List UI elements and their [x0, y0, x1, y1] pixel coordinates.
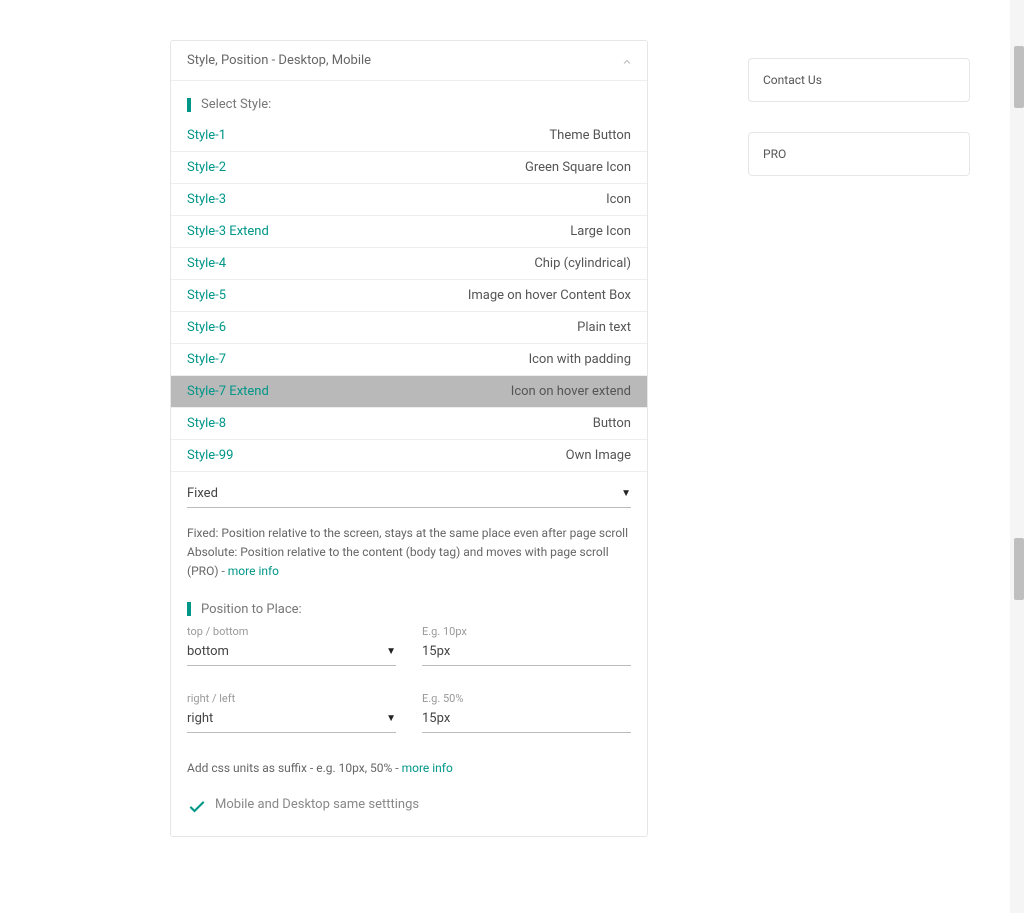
style-name: Style-2: [187, 160, 226, 175]
check-icon: [187, 796, 205, 814]
heading-label: Position to Place:: [201, 602, 302, 617]
style-desc: Icon with padding: [529, 352, 631, 367]
mobile-same-label: Mobile and Desktop same setttings: [215, 797, 419, 812]
pro-card[interactable]: PRO: [748, 132, 970, 176]
scrollbar-thumb[interactable]: [1014, 46, 1024, 108]
style-desc: Plain text: [577, 320, 631, 335]
style-position-panel: Style, Position - Desktop, Mobile Select…: [170, 40, 648, 837]
style-name: Style-3: [187, 192, 226, 207]
top-bottom-label: top / bottom: [187, 625, 396, 638]
style-desc: Chip (cylindrical): [534, 256, 631, 271]
caret-down-icon: ▼: [386, 713, 396, 724]
help-fixed: Fixed: Position relative to the screen, …: [187, 524, 631, 543]
position-help-text: Fixed: Position relative to the screen, …: [171, 514, 647, 586]
style-list: Style-1 Theme Button Style-2 Green Square I…: [171, 120, 647, 472]
heading-label: Select Style:: [201, 97, 271, 112]
style-desc: Large Icon: [570, 224, 631, 239]
position-row-1: top / bottom bottom ▼ E.g. 10px 15px: [171, 625, 647, 674]
top-bottom-offset-hint: E.g. 10px: [422, 625, 631, 638]
style-desc: Own Image: [566, 448, 631, 463]
top-bottom-select[interactable]: bottom ▼: [187, 640, 396, 666]
heading-bar-icon: [187, 98, 191, 112]
style-option[interactable]: Style-8 Button: [171, 408, 647, 440]
style-option[interactable]: Style-7 Icon with padding: [171, 344, 647, 376]
style-name: Style-6: [187, 320, 226, 335]
style-option[interactable]: Style-1 Theme Button: [171, 120, 647, 152]
style-option[interactable]: Style-5 Image on hover Content Box: [171, 280, 647, 312]
caret-down-icon: ▼: [621, 488, 631, 499]
right-left-label: right / left: [187, 692, 396, 705]
style-desc: Image on hover Content Box: [468, 288, 631, 303]
chevron-up-icon: [621, 56, 631, 66]
style-option[interactable]: Style-99 Own Image: [171, 440, 647, 472]
scrollbar-thumb[interactable]: [1014, 538, 1024, 600]
position-row-2: right / left right ▼ E.g. 50% 15px: [171, 692, 647, 741]
style-desc: Green Square Icon: [525, 160, 631, 175]
style-name: Style-4: [187, 256, 226, 271]
right-left-offset-hint: E.g. 50%: [422, 692, 631, 705]
position-type-select[interactable]: Fixed ▼: [187, 482, 631, 508]
style-name: Style-8: [187, 416, 226, 431]
right-left-value: right: [187, 711, 213, 726]
style-option[interactable]: Style-2 Green Square Icon: [171, 152, 647, 184]
panel-title: Style, Position - Desktop, Mobile: [187, 53, 371, 68]
style-option[interactable]: Style-4 Chip (cylindrical): [171, 248, 647, 280]
top-bottom-offset-input[interactable]: 15px: [422, 640, 631, 666]
right-left-select[interactable]: right ▼: [187, 707, 396, 733]
style-option[interactable]: Style-3 Extend Large Icon: [171, 216, 647, 248]
sidebar: Contact Us PRO: [748, 58, 970, 206]
css-units-text: Add css units as suffix - e.g. 10px, 50%…: [187, 761, 402, 775]
style-desc: Button: [593, 416, 631, 431]
style-desc: Theme Button: [549, 128, 631, 143]
help-absolute-row: Absolute: Position relative to the conte…: [187, 543, 631, 581]
style-name: Style-5: [187, 288, 226, 303]
contact-us-card[interactable]: Contact Us: [748, 58, 970, 102]
heading-bar-icon: [187, 602, 191, 616]
more-info-link[interactable]: more info: [402, 761, 453, 775]
position-type-block: Fixed ▼: [171, 472, 647, 514]
style-name: Style-7: [187, 352, 226, 367]
style-option[interactable]: Style-3 Icon: [171, 184, 647, 216]
style-desc: Icon on hover extend: [511, 384, 631, 399]
position-type-value: Fixed: [187, 486, 218, 501]
top-bottom-offset-value: 15px: [422, 644, 450, 659]
more-info-link[interactable]: more info: [228, 564, 279, 578]
css-units-help: Add css units as suffix - e.g. 10px, 50%…: [171, 741, 647, 782]
style-name: Style-1: [187, 128, 226, 143]
mobile-same-settings[interactable]: Mobile and Desktop same setttings: [171, 782, 647, 836]
style-name: Style-3 Extend: [187, 224, 269, 239]
style-option[interactable]: Style-7 Extend Icon on hover extend: [171, 376, 647, 408]
scrollbar-track: [1010, 0, 1024, 913]
style-desc: Icon: [606, 192, 631, 207]
panel-header[interactable]: Style, Position - Desktop, Mobile: [171, 41, 647, 81]
style-name: Style-99: [187, 448, 233, 463]
right-left-offset-value: 15px: [422, 711, 450, 726]
caret-down-icon: ▼: [386, 646, 396, 657]
position-place-heading: Position to Place:: [171, 586, 647, 625]
style-name: Style-7 Extend: [187, 384, 269, 399]
select-style-heading: Select Style:: [171, 81, 647, 120]
top-bottom-value: bottom: [187, 644, 229, 659]
right-left-offset-input[interactable]: 15px: [422, 707, 631, 733]
style-option[interactable]: Style-6 Plain text: [171, 312, 647, 344]
